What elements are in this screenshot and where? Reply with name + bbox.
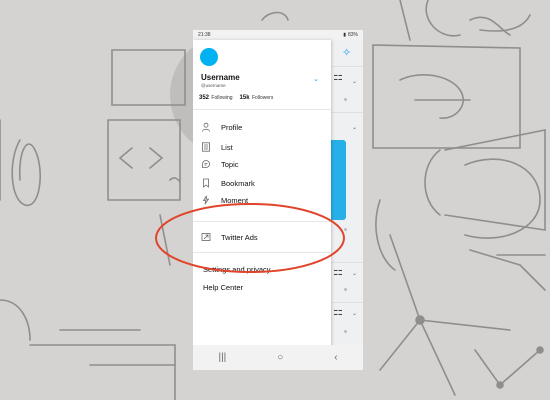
follow-stats: 352 Following 15k Followers bbox=[199, 95, 273, 101]
followers-stat[interactable]: 15k Followers bbox=[240, 95, 274, 101]
timeline-behind-drawer: ✧ ▬ ▬ ▬ ▬ ⌄ ⌄ ▬ ▬ ▬ ▬ ⌄ ▬ ▬ ▬ ▬ ⌄ bbox=[331, 40, 363, 350]
settings-privacy-link[interactable]: Settings and privacy bbox=[203, 265, 271, 274]
status-time: 21:38 bbox=[198, 32, 211, 38]
avatar[interactable] bbox=[200, 48, 218, 66]
profile-handle: @username bbox=[201, 83, 226, 88]
divider bbox=[193, 221, 331, 222]
chevron-down-icon[interactable]: ⌄ bbox=[352, 124, 357, 131]
menu-item-twitter-ads[interactable]: Twitter Ads bbox=[193, 230, 331, 245]
sparkle-icon[interactable]: ✧ bbox=[342, 46, 351, 59]
menu-item-label: Moment bbox=[221, 196, 249, 205]
chevron-down-icon[interactable]: ⌄ bbox=[313, 75, 319, 83]
menu-item-label: Twitter Ads bbox=[221, 233, 258, 242]
lightning-icon bbox=[202, 195, 210, 205]
chevron-down-icon[interactable]: ⌄ bbox=[352, 310, 357, 317]
topic-icon bbox=[202, 160, 210, 168]
dot-icon bbox=[344, 98, 347, 101]
home-icon[interactable]: ○ bbox=[277, 352, 283, 363]
menu-item-label: Bookmark bbox=[221, 179, 255, 188]
timeline-divider bbox=[331, 262, 363, 263]
menu-item-bookmark[interactable]: Bookmark bbox=[193, 176, 331, 191]
bookmark-icon bbox=[203, 178, 209, 188]
dot-icon bbox=[344, 288, 347, 291]
timeline-divider bbox=[331, 302, 363, 303]
chevron-down-icon[interactable]: ⌄ bbox=[352, 270, 357, 277]
following-stat[interactable]: 352 Following bbox=[199, 95, 233, 101]
person-icon bbox=[202, 122, 210, 132]
dot-icon bbox=[344, 228, 347, 231]
back-icon[interactable]: ‹ bbox=[334, 352, 337, 363]
menu-item-list[interactable]: List bbox=[193, 140, 331, 155]
android-nav-bar: ||| ○ ‹ bbox=[193, 345, 363, 370]
list-icon bbox=[202, 142, 210, 152]
media-card bbox=[331, 140, 346, 220]
menu-item-profile[interactable]: Profile bbox=[193, 120, 331, 135]
timeline-divider bbox=[331, 112, 363, 113]
menu-item-label: List bbox=[221, 143, 233, 152]
timeline-text-fragment: ▬ ▬ ▬ ▬ bbox=[334, 308, 342, 316]
divider bbox=[193, 109, 331, 110]
menu-item-label: Topic bbox=[221, 160, 239, 169]
signal-icon: ▮ bbox=[343, 32, 346, 38]
chevron-down-icon[interactable]: ⌄ bbox=[352, 78, 357, 85]
phone-screen: 21:38 ▮ 83% ✧ ▬ ▬ ▬ ▬ ⌄ ⌄ ▬ ▬ ▬ ▬ ⌄ ▬ ▬ ▬ ▬… bbox=[193, 30, 363, 370]
menu-item-moment[interactable]: Moment bbox=[193, 193, 331, 208]
timeline-text-fragment: ▬ ▬ ▬ ▬ bbox=[334, 268, 342, 276]
menu-item-topic[interactable]: Topic bbox=[193, 157, 331, 172]
dot-icon bbox=[344, 330, 347, 333]
profile-username[interactable]: Username bbox=[201, 73, 240, 82]
battery-level: 83% bbox=[347, 32, 358, 38]
external-arrow-icon bbox=[201, 233, 211, 241]
help-center-link[interactable]: Help Center bbox=[203, 283, 243, 292]
divider bbox=[193, 252, 331, 253]
status-bar: 21:38 ▮ 83% bbox=[193, 30, 363, 40]
timeline-divider bbox=[331, 66, 363, 67]
timeline-text-fragment: ▬ ▬ ▬ ▬ bbox=[334, 73, 342, 81]
side-drawer: Username @username ⌄ 352 Following 15k F… bbox=[193, 40, 331, 350]
menu-item-label: Profile bbox=[221, 123, 243, 132]
recent-apps-icon[interactable]: ||| bbox=[218, 352, 226, 363]
